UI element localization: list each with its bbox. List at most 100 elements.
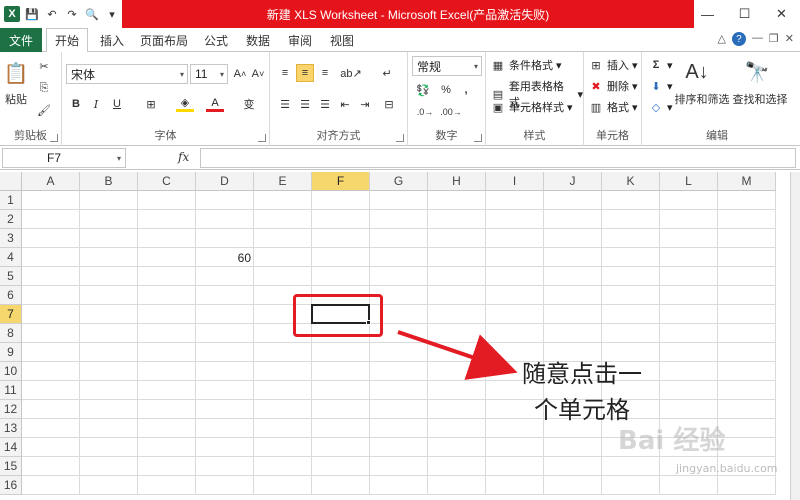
- cell-styles-button[interactable]: ▣ 单元格样式 ▾: [490, 99, 573, 115]
- italic-button[interactable]: I: [88, 96, 104, 112]
- tab-home[interactable]: 开始: [46, 28, 88, 53]
- percent-button[interactable]: %: [438, 82, 454, 98]
- decrease-decimal-icon[interactable]: .00→: [440, 104, 462, 120]
- sort-filter-icon[interactable]: A↓: [682, 58, 712, 86]
- column-header-l[interactable]: L: [660, 172, 718, 191]
- tab-page-layout[interactable]: 页面布局: [136, 28, 192, 52]
- row-header-7[interactable]: 7: [0, 305, 22, 324]
- row-header-15[interactable]: 15: [0, 457, 22, 476]
- column-header-c[interactable]: C: [138, 172, 196, 191]
- copy-icon[interactable]: ⎘: [36, 80, 52, 96]
- column-header-j[interactable]: J: [544, 172, 602, 191]
- tab-formulas[interactable]: 公式: [198, 28, 234, 52]
- comma-button[interactable]: ,: [458, 82, 474, 98]
- column-header-k[interactable]: K: [602, 172, 660, 191]
- minimize-button[interactable]: —: [689, 0, 726, 28]
- print-preview-icon[interactable]: 🔍: [84, 6, 100, 22]
- alignment-launcher-icon[interactable]: [396, 134, 404, 142]
- font-size-select[interactable]: 11 ▾: [190, 64, 228, 84]
- increase-decimal-icon[interactable]: .0→: [414, 104, 436, 120]
- align-middle-icon[interactable]: ≡: [296, 64, 314, 82]
- sort-filter-button[interactable]: 排序和筛选: [672, 92, 732, 106]
- column-header-h[interactable]: H: [428, 172, 486, 191]
- cell-d4[interactable]: 60: [196, 248, 254, 267]
- phonetic-guide-icon[interactable]: 变: [240, 96, 258, 112]
- shrink-font-icon[interactable]: A ˅: [250, 66, 266, 82]
- select-all-corner[interactable]: [0, 172, 22, 191]
- orientation-icon[interactable]: ab↗: [340, 64, 362, 82]
- align-top-icon[interactable]: ≡: [276, 64, 294, 82]
- insert-cells-button[interactable]: ⊞ 插入 ▾: [588, 57, 637, 73]
- tab-view[interactable]: 视图: [324, 28, 360, 52]
- row-header-16[interactable]: 16: [0, 476, 22, 495]
- increase-indent-icon[interactable]: ⇥: [356, 96, 374, 112]
- customize-qat-icon[interactable]: ▾: [104, 6, 120, 22]
- column-header-i[interactable]: I: [486, 172, 544, 191]
- row-header-11[interactable]: 11: [0, 381, 22, 400]
- minimize-workbook-icon[interactable]: —: [752, 32, 763, 46]
- format-cells-button[interactable]: ▥ 格式 ▾: [588, 99, 638, 115]
- column-header-m[interactable]: M: [718, 172, 776, 191]
- row-header-12[interactable]: 12: [0, 400, 22, 419]
- close-workbook-icon[interactable]: ✕: [785, 32, 794, 46]
- paste-button[interactable]: 粘贴: [2, 92, 30, 106]
- column-header-a[interactable]: A: [22, 172, 80, 191]
- column-header-f[interactable]: F: [312, 172, 370, 191]
- close-button[interactable]: ✕: [763, 0, 800, 28]
- row-header-5[interactable]: 5: [0, 267, 22, 286]
- find-select-button[interactable]: 查找和选择: [730, 92, 790, 106]
- underline-button[interactable]: U: [108, 96, 126, 112]
- column-header-e[interactable]: E: [254, 172, 312, 191]
- row-header-9[interactable]: 9: [0, 343, 22, 362]
- row-header-6[interactable]: 6: [0, 286, 22, 305]
- tab-review[interactable]: 审阅: [282, 28, 318, 52]
- align-bottom-icon[interactable]: ≡: [316, 64, 334, 82]
- row-header-8[interactable]: 8: [0, 324, 22, 343]
- font-launcher-icon[interactable]: [258, 134, 266, 142]
- align-right-icon[interactable]: ☰: [316, 96, 334, 112]
- borders-icon[interactable]: ⊞: [142, 96, 160, 112]
- bold-button[interactable]: B: [68, 96, 84, 112]
- find-select-icon[interactable]: 🔭: [742, 58, 772, 86]
- column-header-b[interactable]: B: [80, 172, 138, 191]
- column-header-d[interactable]: D: [196, 172, 254, 191]
- align-left-icon[interactable]: ☰: [276, 96, 294, 112]
- save-icon[interactable]: 💾: [24, 6, 40, 22]
- insert-function-icon[interactable]: fx: [178, 150, 189, 164]
- tab-file[interactable]: 文件: [0, 28, 42, 52]
- decrease-indent-icon[interactable]: ⇤: [336, 96, 354, 112]
- wrap-text-icon[interactable]: ↵: [378, 64, 396, 82]
- undo-icon[interactable]: ↶: [44, 6, 60, 22]
- grow-font-icon[interactable]: A ˄: [232, 66, 248, 82]
- font-name-select[interactable]: 宋体 ▾: [66, 64, 188, 84]
- format-painter-icon[interactable]: 🖌: [36, 102, 52, 118]
- redo-icon[interactable]: ↷: [64, 6, 80, 22]
- delete-cells-button[interactable]: ✖ 删除 ▾: [588, 78, 637, 94]
- paste-icon[interactable]: 📋: [4, 58, 29, 88]
- font-color-icon[interactable]: A: [206, 96, 224, 112]
- row-header-2[interactable]: 2: [0, 210, 22, 229]
- align-center-icon[interactable]: ☰: [296, 96, 314, 112]
- collapse-ribbon-icon[interactable]: △: [717, 32, 725, 46]
- conditional-format-button[interactable]: ▦ 条件格式 ▾: [490, 57, 562, 73]
- number-format-select[interactable]: 常规 ▾: [412, 56, 482, 76]
- tab-data[interactable]: 数据: [240, 28, 276, 52]
- number-launcher-icon[interactable]: [474, 134, 482, 142]
- clear-button[interactable]: ◇ ▾: [648, 99, 673, 115]
- name-box[interactable]: F7 ▾: [2, 148, 126, 168]
- cut-icon[interactable]: ✂: [36, 58, 52, 74]
- restore-workbook-icon[interactable]: ❐: [769, 32, 779, 46]
- autosum-button[interactable]: Σ ▾: [648, 57, 673, 73]
- row-header-1[interactable]: 1: [0, 191, 22, 210]
- row-header-14[interactable]: 14: [0, 438, 22, 457]
- row-header-10[interactable]: 10: [0, 362, 22, 381]
- row-header-3[interactable]: 3: [0, 229, 22, 248]
- accounting-format-icon[interactable]: 💱: [414, 82, 432, 98]
- row-header-4[interactable]: 4: [0, 248, 22, 267]
- row-header-13[interactable]: 13: [0, 419, 22, 438]
- help-icon[interactable]: ?: [731, 32, 746, 46]
- formula-input[interactable]: [200, 148, 796, 168]
- merge-center-icon[interactable]: ⊟: [378, 96, 400, 112]
- tab-insert[interactable]: 插入: [94, 28, 130, 52]
- clipboard-launcher-icon[interactable]: [50, 134, 58, 142]
